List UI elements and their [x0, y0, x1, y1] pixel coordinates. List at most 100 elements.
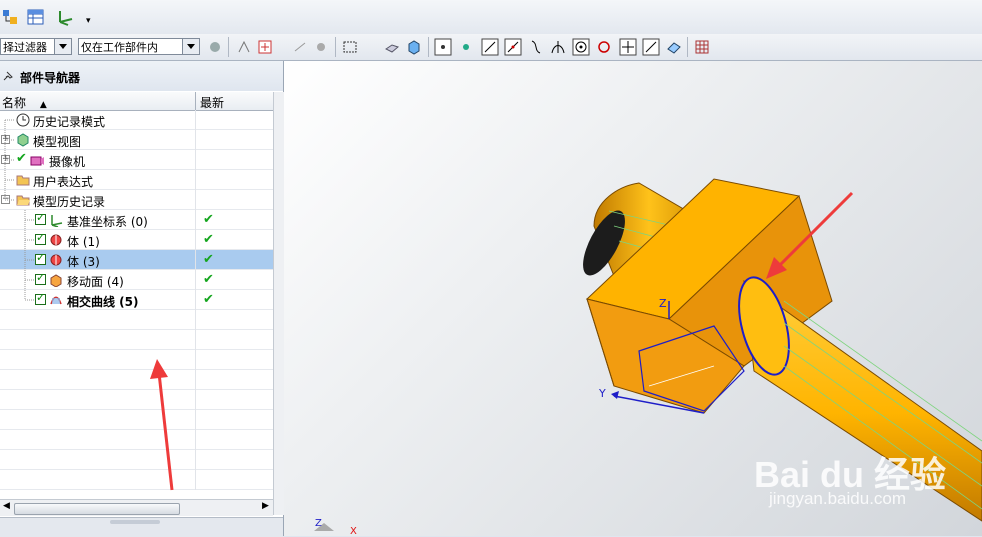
tree-row-label: 基准坐标系 (0) [67, 215, 148, 229]
type-filter-combo[interactable]: 择过滤器 [0, 38, 72, 55]
solid-select-icon[interactable] [404, 37, 424, 57]
toolbar-separator [687, 37, 688, 57]
part-navigator: 部件导航器 名称 ▲ 最新 历史记录模式 + 模型视图 + ✔ 摄像机 用户表达… [0, 61, 284, 537]
column-name-header[interactable]: 名称 ▲ [2, 94, 47, 111]
column-divider [195, 410, 196, 430]
snap-all-icon[interactable] [433, 37, 453, 57]
vertical-scrollbar[interactable] [273, 92, 284, 515]
feature-select-icon[interactable] [256, 37, 276, 57]
up-to-date-check-icon: ✔ [203, 252, 214, 267]
pin-icon[interactable] [2, 70, 14, 82]
tree-row-label: 移动面 (4) [67, 275, 124, 289]
triad-x-label: X [350, 526, 357, 536]
axis-y-label: Y [599, 387, 606, 400]
column-divider [195, 270, 196, 290]
column-divider [195, 470, 196, 490]
tree-row-label: 体 (1) [67, 235, 100, 249]
column-divider [195, 330, 196, 350]
general-select-icon[interactable] [234, 37, 254, 57]
control-point-icon[interactable] [526, 37, 546, 57]
empty-row [0, 350, 273, 370]
scroll-thumb[interactable] [14, 503, 180, 515]
navigator-title-bar: 部件导航器 [0, 61, 283, 91]
tree-connector-lines [4, 119, 34, 301]
column-divider [195, 290, 196, 310]
assembly-icon[interactable] [0, 7, 20, 27]
navigator-title: 部件导航器 [20, 71, 81, 85]
existing-point-icon[interactable] [618, 37, 638, 57]
empty-row [0, 370, 273, 390]
endpoint-icon[interactable] [480, 37, 500, 57]
column-divider [195, 350, 196, 370]
arc-center-icon[interactable] [571, 37, 591, 57]
quadrant-icon[interactable] [594, 37, 614, 57]
column-divider [195, 110, 196, 130]
scroll-left-icon[interactable]: ◀ [3, 501, 10, 511]
column-divider [195, 230, 196, 250]
scroll-right-icon[interactable]: ▶ [262, 501, 269, 511]
body-select-icon[interactable] [382, 37, 402, 57]
empty-row [0, 450, 273, 470]
column-divider [195, 430, 196, 450]
point-on-face-icon[interactable] [664, 37, 684, 57]
tree-row-label: 相交曲线 (5) [67, 295, 139, 309]
column-divider [195, 390, 196, 410]
up-to-date-check-icon: ✔ [203, 272, 214, 287]
toolbar-separator [228, 37, 229, 57]
navigator-header: 名称 ▲ 最新 [0, 92, 273, 111]
midpoint-icon[interactable] [503, 37, 523, 57]
snap-point-icon[interactable] [456, 37, 476, 57]
grid-icon[interactable] [692, 37, 712, 57]
column-divider [195, 210, 196, 230]
up-to-date-check-icon: ✔ [203, 292, 214, 307]
empty-row [0, 410, 273, 430]
scope-value: 仅在工作部件内 [81, 41, 158, 54]
table-icon[interactable] [26, 7, 46, 27]
main-toolbar: ▾ [0, 0, 982, 35]
selection-toolbar: 择过滤器 仅在工作部件内 [0, 34, 982, 61]
empty-row [0, 390, 273, 410]
triad-z-label: Z [315, 518, 322, 529]
column-divider [195, 310, 196, 330]
empty-row [0, 430, 273, 450]
up-to-date-check-icon: ✔ [203, 232, 214, 247]
sort-up-icon: ▲ [39, 100, 47, 110]
column-divider[interactable] [195, 92, 196, 110]
axis-z-label: Z [659, 297, 667, 310]
snap-icon[interactable] [311, 37, 331, 57]
empty-row [0, 330, 273, 350]
tree-row-label: 体 (3) [67, 255, 100, 269]
toolbar-separator [335, 37, 336, 57]
chevron-down-icon[interactable] [182, 39, 199, 54]
graphics-viewport[interactable]: Z Y Z X Bai du 经验 jingyan.baidu.com [284, 61, 982, 536]
annotation-arrow-up [150, 359, 174, 491]
deselect-icon[interactable] [290, 37, 310, 57]
navigator-bottom-bar [0, 517, 283, 537]
navigator-tree: 历史记录模式 + 模型视图 + ✔ 摄像机 用户表达式 − 模型历史记录 ✓ 基… [0, 110, 273, 500]
filter-settings-icon[interactable] [205, 37, 225, 57]
chevron-down-icon[interactable] [54, 39, 71, 54]
column-divider [195, 370, 196, 390]
column-divider [195, 170, 196, 190]
empty-row [0, 310, 273, 330]
horizontal-scrollbar[interactable]: ◀ ▶ [0, 499, 273, 516]
wcs-icon[interactable] [56, 7, 76, 27]
column-divider [195, 450, 196, 470]
column-name-label: 名称 [2, 96, 27, 110]
type-filter-value: 择过滤器 [3, 41, 47, 54]
up-to-date-check-icon: ✔ [203, 212, 214, 227]
point-on-curve-icon[interactable] [641, 37, 661, 57]
empty-row [0, 470, 273, 490]
column-divider [195, 130, 196, 150]
toolbar-separator [428, 37, 429, 57]
watermark-url: jingyan.baidu.com [769, 489, 907, 508]
splitter-handle[interactable] [110, 520, 160, 524]
column-divider [195, 190, 196, 210]
intersection-icon[interactable] [548, 37, 568, 57]
toolbar-dropdown-icon[interactable]: ▾ [86, 16, 91, 26]
rectangle-select-icon[interactable] [340, 37, 360, 57]
column-divider [195, 150, 196, 170]
scope-combo[interactable]: 仅在工作部件内 [78, 38, 200, 55]
column-latest-header[interactable]: 最新 [200, 94, 224, 111]
column-divider [195, 250, 196, 270]
